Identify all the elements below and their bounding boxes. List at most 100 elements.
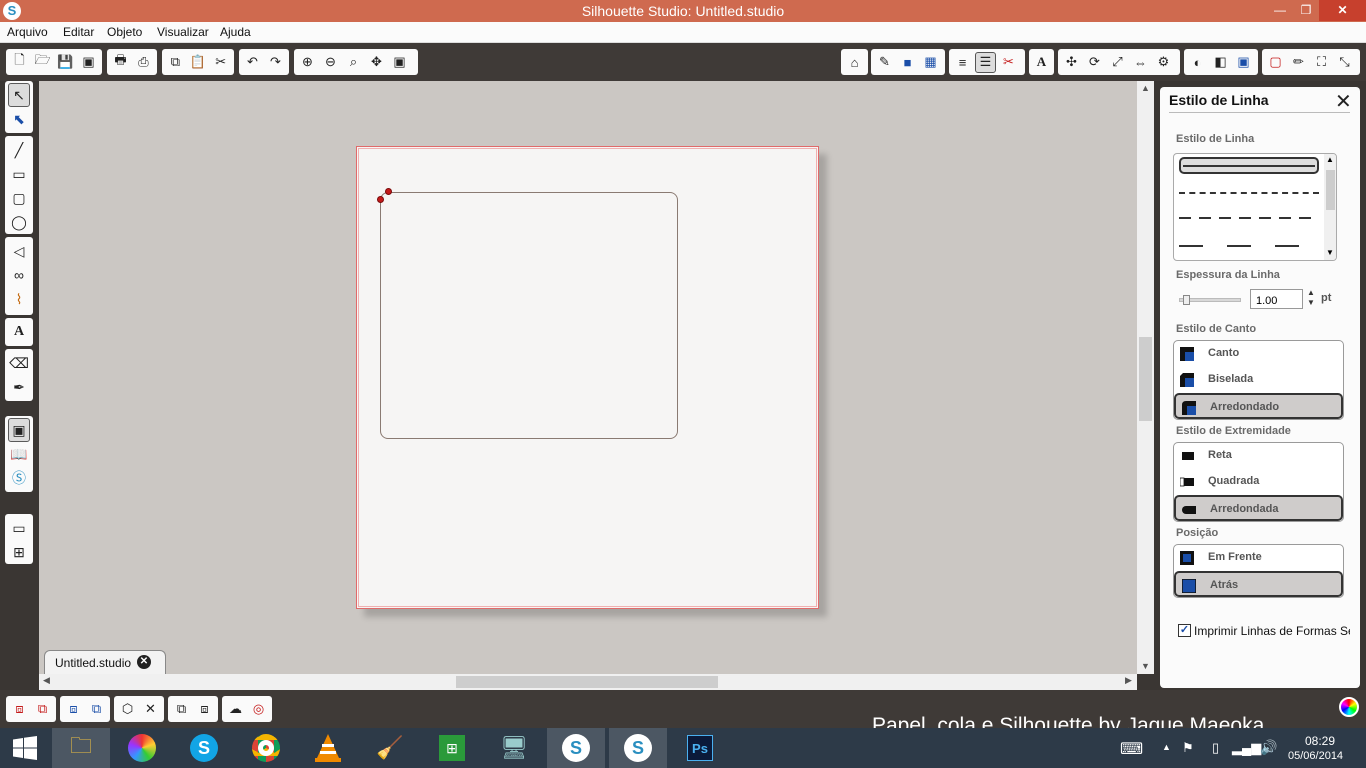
weld-icon[interactable]: ☁ [225,699,246,720]
taskbar-silhouette-2[interactable]: S [609,728,667,768]
position-option-em-frente[interactable]: Em Frente [1174,545,1343,571]
offset-target-icon[interactable]: ◎ [248,699,269,720]
taskbar-ccleaner[interactable]: 🧹 [361,728,419,768]
shape-node[interactable] [377,196,384,203]
thickness-slider[interactable] [1179,295,1241,305]
ls-scroll-up-icon[interactable]: ▲ [1326,155,1334,164]
taskbar-photoshop[interactable]: Ps [671,728,729,768]
line-color-icon[interactable]: ✎ [874,52,895,73]
save-icon[interactable]: 💾 [55,52,76,73]
fullscreen-icon[interactable]: ⛶ [1311,52,1332,73]
zoom-in-icon[interactable]: ⊕ [297,52,318,73]
horizontal-scrollbar[interactable]: ◀ ▶ [39,674,1137,690]
trace-icon[interactable]: ▣ [1233,52,1254,73]
cut-style-icon[interactable]: ✂ [998,52,1019,73]
ls-scroll-down-icon[interactable]: ▼ [1326,248,1334,257]
ungroup-icon[interactable]: ⧉ [32,699,53,720]
rectangle-tool-icon[interactable]: ▭ [8,162,30,186]
knife-tool-icon[interactable]: ✒ [8,375,30,399]
document-tab[interactable]: Untitled.studio ✕ [44,650,166,674]
thickness-input[interactable] [1250,289,1303,309]
color-wheel-icon[interactable] [1339,697,1359,717]
open-folder-icon[interactable]: 🗁 [32,52,53,73]
vertical-scrollbar[interactable]: ▲ ▼ [1137,81,1154,674]
clock-time[interactable]: 08:29 [1305,734,1335,748]
sketch-icon[interactable]: ✏ [1288,52,1309,73]
menu-ajuda[interactable]: Ajuda [220,25,251,39]
action-center-flag-icon[interactable]: ⚑ [1182,740,1194,756]
pan-icon[interactable]: ✥ [366,52,387,73]
delete-icon[interactable]: ✕ [140,699,161,720]
taskbar-file-explorer[interactable]: 🗀 [52,728,110,768]
taskbar-store[interactable]: ⊞ [423,728,481,768]
polygon-tool-icon[interactable]: ◁ [8,239,30,263]
start-button[interactable] [0,728,50,768]
line-style-solid[interactable] [1179,157,1319,174]
clock-date[interactable]: 05/06/2014 [1288,750,1343,762]
taskbar-silhouette-1[interactable]: S [547,728,605,768]
menu-arquivo[interactable]: Arquivo [7,25,48,39]
silhouette-store-icon[interactable]: Ⓢ [8,466,30,490]
scroll-right-icon[interactable]: ▶ [1125,675,1132,686]
horizontal-scroll-thumb[interactable] [456,676,718,688]
thickness-slider-knob[interactable] [1183,295,1190,305]
zoom-out-icon[interactable]: ⊖ [320,52,341,73]
fit-page-icon[interactable]: ▣ [389,52,410,73]
taskbar-skype[interactable]: S [175,728,233,768]
cut-icon[interactable]: ✂ [210,52,231,73]
minimize-button[interactable]: — [1267,0,1293,21]
position-option-atras[interactable]: Atrás [1174,571,1343,597]
taskbar-control-panel[interactable]: 🖥 [485,728,543,768]
close-window-button[interactable]: ✕ [1319,0,1366,21]
show-hidden-icons-icon[interactable]: ▲ [1162,742,1171,752]
close-panel-icon[interactable]: ✕ [1335,89,1352,114]
line-style-panel-icon[interactable]: ☰ [975,51,996,73]
select-arrow-icon[interactable]: ↖ [8,83,30,107]
rotate-icon[interactable]: ⟳ [1084,52,1105,73]
rounded-rectangle-shape[interactable] [380,192,678,439]
line-color-panel-icon[interactable]: ≡ [952,52,973,73]
paste-icon[interactable]: 📋 [188,52,209,73]
bring-front-icon[interactable]: ⧉ [171,699,192,720]
edit-points-icon[interactable]: ⬉ [8,107,30,131]
network-signal-icon[interactable]: ▂▄▆ [1232,740,1261,756]
page-setup-icon[interactable]: ▢ [1265,52,1286,73]
ellipse-tool-icon[interactable]: ◯ [8,210,30,234]
undo-icon[interactable]: ↶ [242,52,263,73]
eraser-tool-icon[interactable]: ⌫ [8,351,30,375]
move-icon[interactable]: ⇔ [1130,52,1151,73]
corner-option-arredondado[interactable]: Arredondado [1174,393,1343,419]
line-style-dashed-long[interactable] [1179,245,1319,247]
copy-icon[interactable]: ⧉ [165,52,186,73]
select-all-icon[interactable]: ⬡ [117,699,138,720]
group-icon[interactable]: ⧈ [9,699,30,720]
battery-icon[interactable]: ▯ [1212,740,1219,756]
freehand-tool-icon[interactable]: ⌇ [8,287,30,311]
taskbar-picasa[interactable] [113,728,171,768]
ls-scroll-thumb[interactable] [1326,170,1335,210]
shape-node[interactable] [385,188,392,195]
fill-pattern-icon[interactable]: ▦ [920,52,941,73]
line-style-dashed-fine[interactable] [1179,192,1319,194]
menu-editar[interactable]: Editar [63,25,94,39]
fill-color-icon[interactable]: ■ [897,52,918,73]
new-file-icon[interactable]: 🗋 [9,52,30,73]
text-tool-icon[interactable]: A [8,320,30,344]
taskbar-chrome[interactable] [237,728,295,768]
menu-objeto[interactable]: Objeto [107,25,142,39]
scale-icon[interactable]: ⤢ [1107,52,1128,73]
replicate-icon[interactable]: ⚙ [1153,52,1174,73]
library-save-icon[interactable]: ▣ [78,52,99,73]
thickness-spinner[interactable]: ▲ ▼ [1307,288,1315,308]
taskbar-vlc[interactable] [299,728,357,768]
align-icon[interactable]: ✣ [1061,52,1082,73]
vertical-scroll-thumb[interactable] [1139,337,1152,421]
maximize-button[interactable]: ❐ [1293,0,1319,21]
text-style-icon[interactable]: A [1032,52,1051,73]
scroll-down-icon[interactable]: ▼ [1137,661,1154,671]
line-style-list[interactable]: ▲ ▼ [1173,153,1337,261]
end-option-reta[interactable]: Reta [1174,443,1343,469]
end-option-arredondada[interactable]: Arredondada [1174,495,1343,521]
store-icon[interactable]: ⌂ [844,52,865,73]
release-compound-icon[interactable]: ⧉ [86,699,107,720]
